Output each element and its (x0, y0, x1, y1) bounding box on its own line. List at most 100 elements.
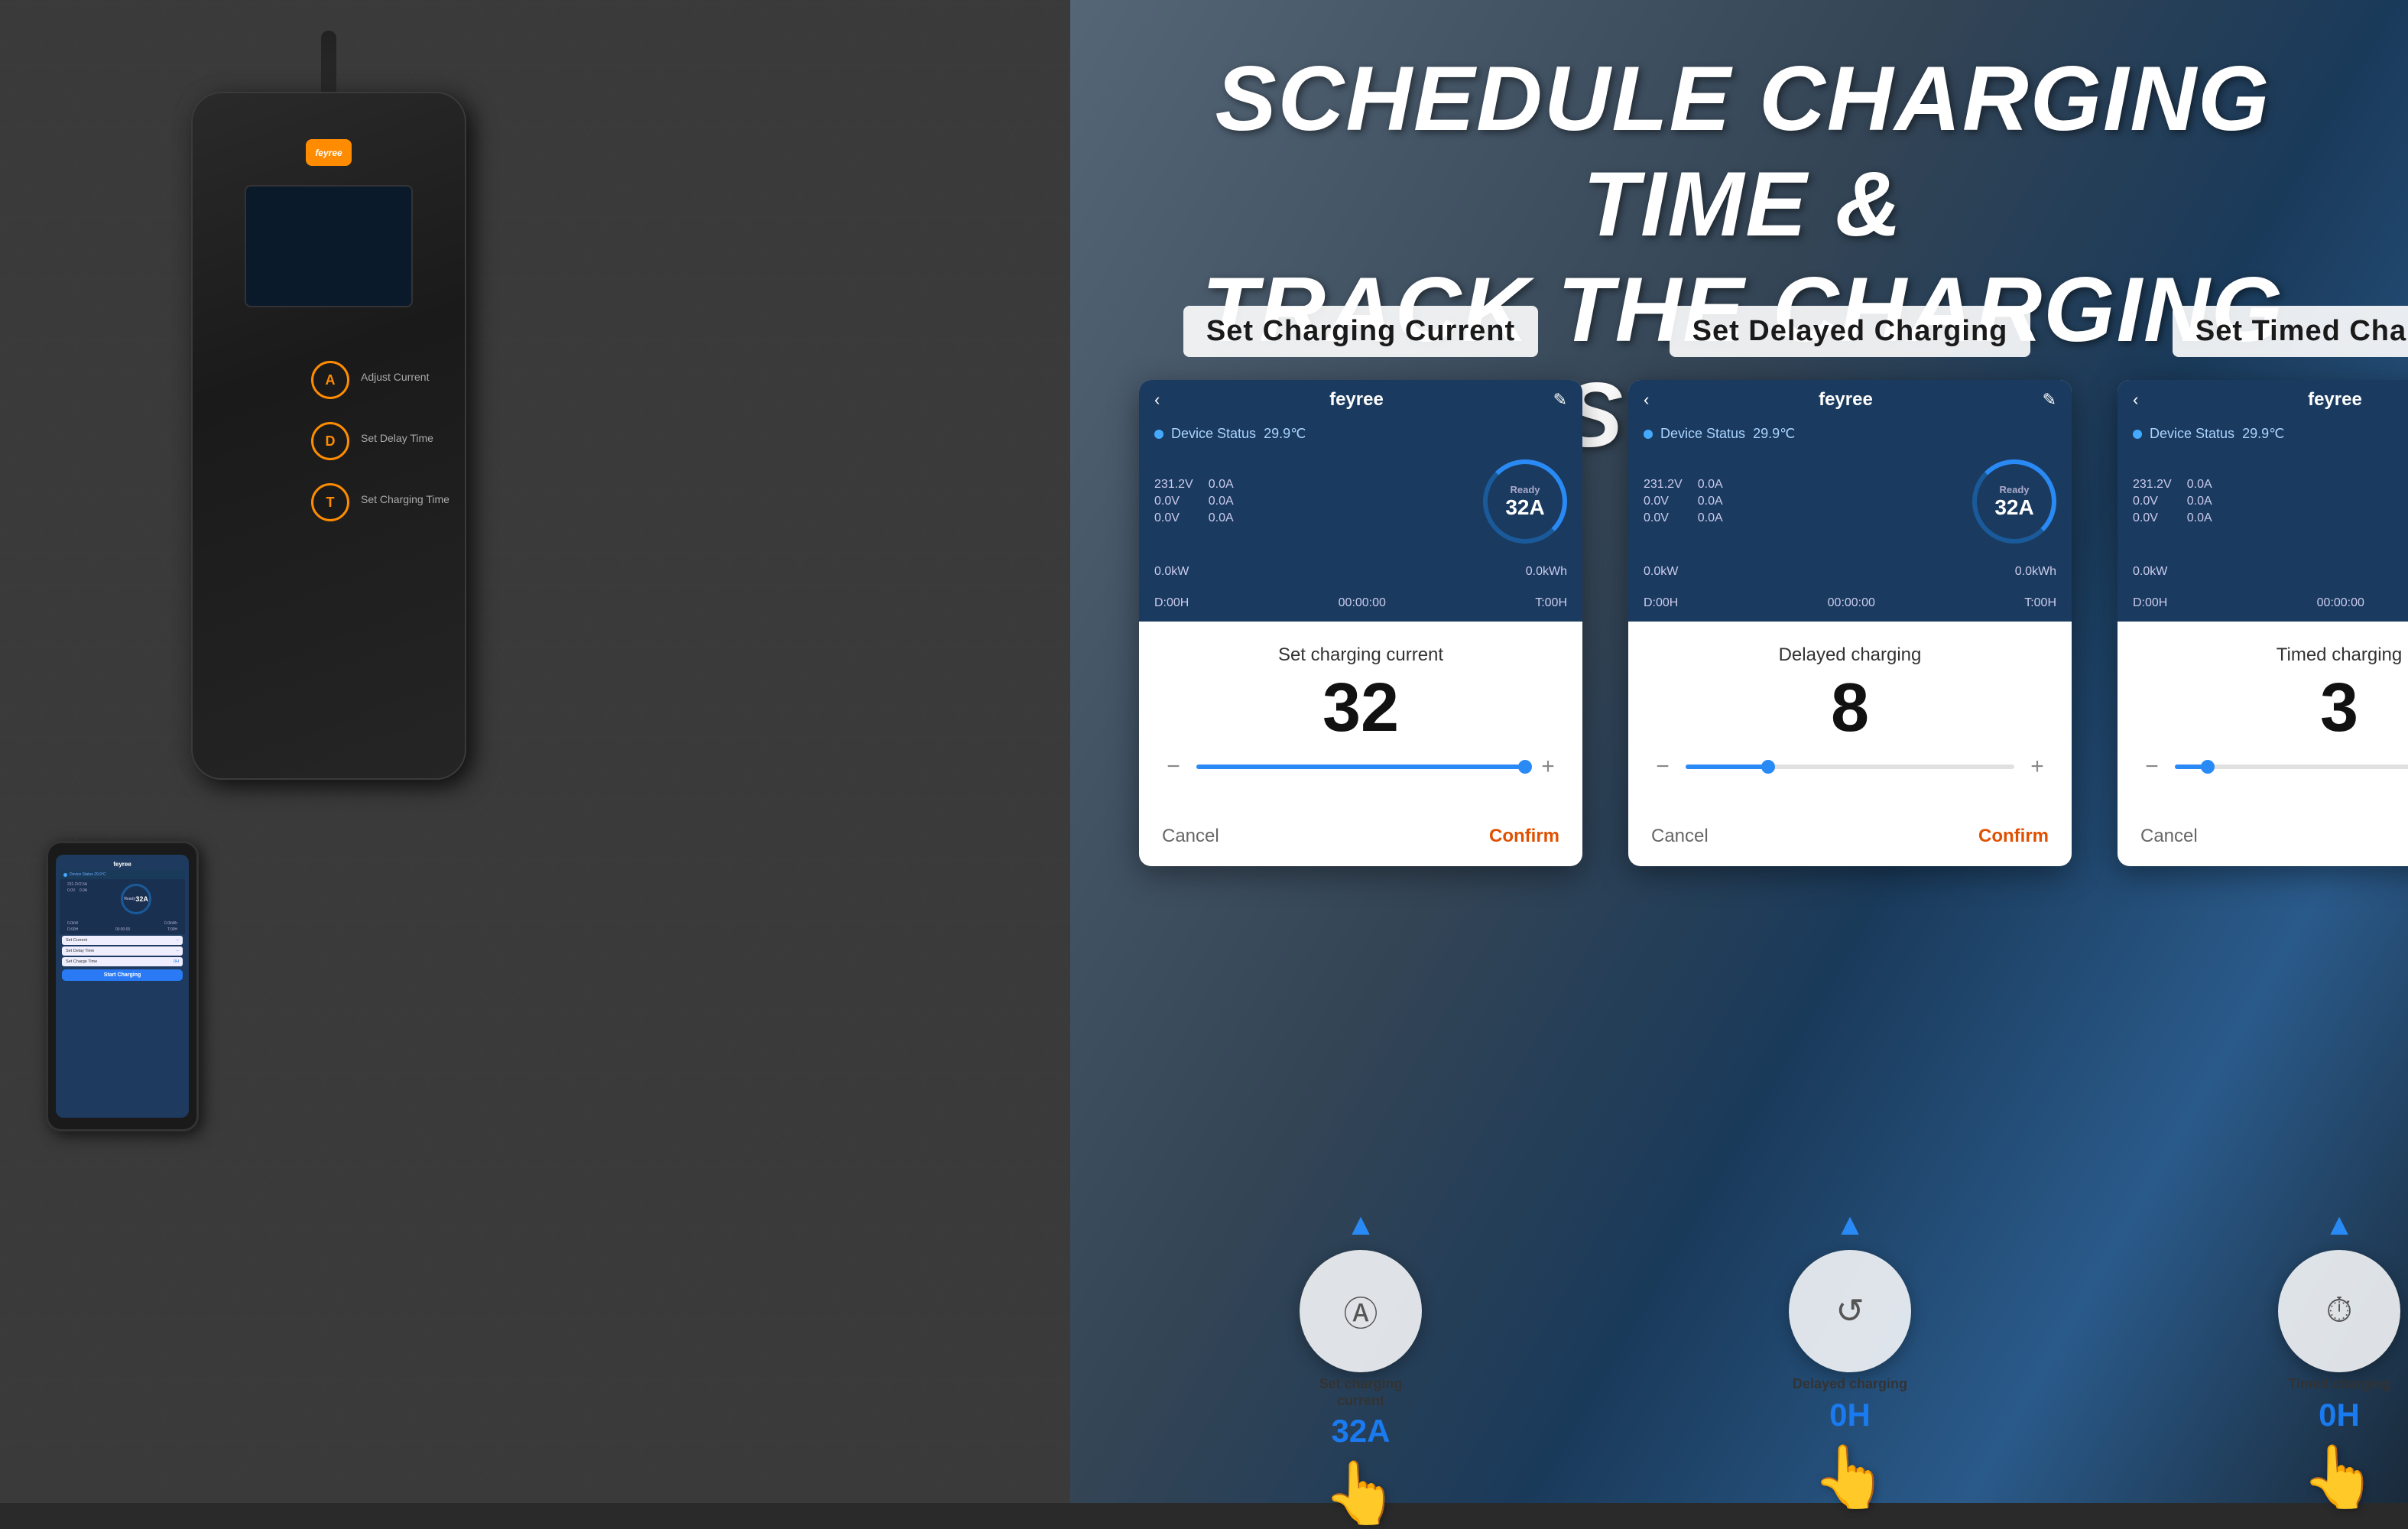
charger-label-t: Set Charging Time (361, 493, 449, 505)
a2-0: 0.0A (1209, 495, 1234, 508)
gauge-ring-1 (1972, 459, 2056, 544)
voltage-grid-2: 231.2V 0.0A 0.0V 0.0A 0.0V 0.0A (2133, 478, 2212, 525)
edit-icon-1[interactable]: ✎ (2043, 390, 2056, 410)
panel-label-2: Set Timed Charging (2173, 306, 2408, 357)
phone-a2: 0.0A (80, 888, 87, 893)
slider-track-2[interactable] (2175, 764, 2408, 769)
cancel-btn-0[interactable]: Cancel (1162, 826, 1219, 847)
slider-track-0[interactable] (1196, 764, 1525, 769)
bottom-stats-2: 0.0kW 0.0kWh (2118, 559, 2408, 590)
a3-0: 0.0A (1209, 511, 1234, 525)
bottom-stats2-1: D:00H 00:00:00 T:00H (1628, 590, 2072, 622)
charger-btn-t[interactable]: T (311, 483, 349, 521)
v1-0: 231.2V (1154, 478, 1193, 492)
gauge-ring-0 (1483, 459, 1567, 544)
time-2: 00:00:00 (2317, 596, 2364, 610)
kwh-0: 0.0kWh (1526, 565, 1567, 579)
phone-start-charging-btn[interactable]: Start Charging (62, 969, 183, 981)
slider-plus-0[interactable]: + (1537, 754, 1559, 780)
phone-menu-set-current[interactable]: Set Current-- (62, 936, 183, 945)
circle-arrow-2: ▲ (2324, 1208, 2354, 1242)
slider-track-1[interactable] (1686, 764, 2014, 769)
temp-text-0: 29.9℃ (1264, 426, 1306, 442)
panel-group-2: Set Timed Charging ‹ feyree ✎ Device Sta… (2118, 306, 2408, 866)
modal-actions-2: Cancel Confirm (2118, 814, 2408, 866)
a3-1: 0.0A (1698, 511, 1723, 525)
cancel-btn-1[interactable]: Cancel (1651, 826, 1709, 847)
bottom-stats-1: 0.0kW 0.0kWh (1628, 559, 2072, 590)
charger-label-d: Set Delay Time (361, 432, 433, 444)
circle-label-1: Delayed charging (1793, 1376, 1907, 1393)
phone-screen: feyree Device Status 29.9°C 231.2V2.5A 0… (56, 855, 189, 1118)
kw-1: 0.0kW (1644, 565, 1678, 579)
status-text-1: Device Status (1660, 426, 1745, 442)
confirm-btn-0[interactable]: Confirm (1489, 826, 1559, 847)
circle-arrow-1: ▲ (1835, 1208, 1865, 1242)
t-0: T:00H (1535, 596, 1567, 610)
a1-2: 0.0A (2187, 478, 2212, 492)
voltage-grid-0: 231.2V 0.0A 0.0V 0.0A 0.0V 0.0A (1154, 478, 1234, 525)
v2-1: 0.0V (1644, 495, 1683, 508)
v2-2: 0.0V (2133, 495, 2172, 508)
v3-1: 0.0V (1644, 511, 1683, 525)
panel-group-1: Set Delayed Charging ‹ feyree ✎ Device S… (1628, 306, 2072, 866)
bottom-stats2-2: D:00H 00:00:00 T:00H (2118, 590, 2408, 622)
modal-actions-0: Cancel Confirm (1139, 814, 1582, 866)
phone-status-bar: Device Status 29.9°C (60, 870, 185, 879)
slider-plus-1[interactable]: + (2026, 754, 2049, 780)
panel-label-0: Set Charging Current (1183, 306, 1538, 357)
status-bar-1: Device Status 29.9℃ (1628, 420, 2072, 448)
slider-minus-0[interactable]: − (1162, 754, 1185, 780)
kw-2: 0.0kW (2133, 565, 2167, 579)
confirm-btn-1[interactable]: Confirm (1978, 826, 2049, 847)
panel-group-0: Set Charging Current ‹ feyree ✎ Device S… (1139, 306, 1582, 866)
slider-minus-1[interactable]: − (1651, 754, 1674, 780)
app-window-0: ‹ feyree ✎ Device Status 29.9℃ 231.2V 0.… (1139, 380, 1582, 866)
phone-v1: 231.2V (67, 882, 80, 887)
phone-menu-set-delay[interactable]: Set Delay Time-- (62, 946, 183, 956)
slider-minus-2[interactable]: − (2140, 754, 2163, 780)
status-bar-2: Device Status 29.9℃ (2118, 420, 2408, 448)
back-icon-0[interactable]: ‹ (1154, 390, 1160, 410)
app-topbar-0: ‹ feyree ✎ (1139, 380, 1582, 420)
a2-2: 0.0A (2187, 495, 2212, 508)
edit-icon-0[interactable]: ✎ (1553, 390, 1567, 410)
status-dot-0 (1154, 430, 1163, 439)
back-icon-1[interactable]: ‹ (1644, 390, 1649, 410)
slider-row-1: − + (1651, 754, 2049, 780)
kw-0: 0.0kW (1154, 565, 1189, 579)
charger-btn-d[interactable]: D (311, 422, 349, 460)
modal-value-0: 32 (1162, 674, 1559, 742)
circle-group-0: ▲ Ⓐ Set chargingcurrent 32A 👆 (1139, 1208, 1582, 1529)
circle-value-2: 0H (2319, 1397, 2360, 1433)
app-main-display-2: 231.2V 0.0A 0.0V 0.0A 0.0V 0.0A Ready 32… (2118, 448, 2408, 559)
modal-title-2: Timed charging (2140, 644, 2408, 666)
phone-menu-set-charge-time[interactable]: Set Charge Time0H (62, 957, 183, 966)
app-title-2: feyree (2308, 389, 2362, 411)
modal-section-2: Timed charging 3 − + (2118, 622, 2408, 814)
app-topbar-2: ‹ feyree ✎ (2118, 380, 2408, 420)
circle-value-1: 0H (1829, 1397, 1871, 1433)
bottom-circles-container: ▲ Ⓐ Set chargingcurrent 32A 👆 ▲ ↺ Delaye… (1139, 1208, 2408, 1529)
circle-group-1: ▲ ↺ Delayed charging 0H 👆 (1628, 1208, 2072, 1529)
d-2: D:00H (2133, 596, 2167, 610)
phone-gauge: Ready 32A (121, 884, 151, 914)
v3-2: 0.0V (2133, 511, 2172, 525)
a3-2: 0.0A (2187, 511, 2212, 525)
cancel-btn-2[interactable]: Cancel (2140, 826, 2198, 847)
back-icon-2[interactable]: ‹ (2133, 390, 2138, 410)
status-text-0: Device Status (1171, 426, 1256, 442)
charger-label-a: Adjust Current (361, 371, 429, 383)
phone-app-name: feyree (60, 859, 185, 870)
bottom-stats2-0: D:00H 00:00:00 T:00H (1139, 590, 1582, 622)
circle-symbol-2: ⏱ (2325, 1290, 2352, 1331)
circle-arrow-0: ▲ (1345, 1208, 1376, 1242)
a1-0: 0.0A (1209, 478, 1234, 492)
circle-icon-0: Ⓐ (1300, 1250, 1422, 1372)
charger-btn-a[interactable]: A (311, 361, 349, 399)
app-window-1: ‹ feyree ✎ Device Status 29.9℃ 231.2V 0.… (1628, 380, 2072, 866)
hand-pointer-1: 👆 (1812, 1441, 1888, 1513)
app-main-display-1: 231.2V 0.0A 0.0V 0.0A 0.0V 0.0A Ready 32… (1628, 448, 2072, 559)
modal-value-2: 3 (2140, 674, 2408, 742)
modal-title-1: Delayed charging (1651, 644, 2049, 666)
